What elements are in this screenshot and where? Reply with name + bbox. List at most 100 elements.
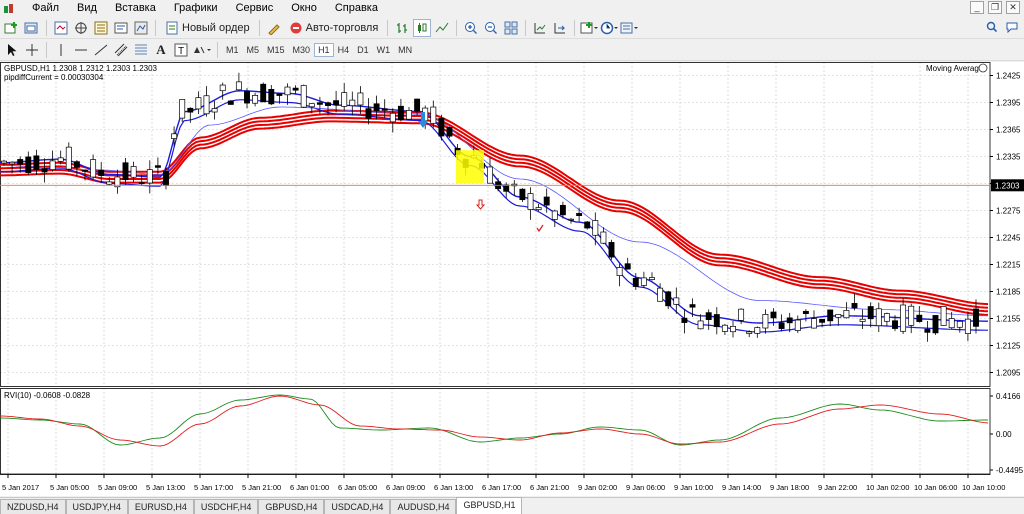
tile-windows-icon[interactable] (502, 19, 520, 37)
timeframe-m5[interactable]: M5 (243, 43, 264, 57)
menu-insert[interactable]: Вставка (106, 0, 165, 17)
time-axis-label: 5 Jan 2017 (2, 483, 39, 492)
menu-tools[interactable]: Сервис (227, 0, 283, 17)
candle (49, 160, 56, 170)
menu-view[interactable]: Вид (68, 0, 106, 17)
close-icon[interactable]: ✕ (1006, 1, 1020, 14)
timeframe-mn[interactable]: MN (394, 43, 416, 57)
candle (835, 314, 842, 318)
candle (308, 103, 315, 108)
autoscroll-icon[interactable] (551, 19, 569, 37)
tab-audusd-h4[interactable]: AUDUSD,H4 (390, 499, 457, 514)
candle (559, 204, 566, 216)
navigator-icon[interactable] (72, 19, 90, 37)
line-chart-icon[interactable] (433, 19, 451, 37)
tab-eurusd-h4[interactable]: EURUSD,H4 (127, 499, 194, 514)
autotrading-button[interactable]: Авто-торговля (285, 19, 383, 37)
timeframe-m30[interactable]: M30 (289, 43, 315, 57)
rvi-panel-border (0, 388, 991, 475)
tab-nzdusd-h4[interactable]: NZDUSD,H4 (0, 499, 66, 514)
text-icon[interactable]: A (152, 41, 170, 59)
rvi-axis-label: 0.4166 (996, 392, 1021, 401)
new-order-button[interactable]: Новый ордер (161, 19, 254, 37)
crosshair-icon[interactable] (23, 41, 41, 59)
time-axis-label: 6 Jan 13:00 (434, 483, 473, 492)
timeframe-m1[interactable]: M1 (222, 43, 243, 57)
zoom-in-icon[interactable] (462, 19, 480, 37)
candle (90, 159, 97, 178)
time-axis-label: 10 Jan 06:00 (914, 483, 957, 492)
search-icon[interactable] (986, 21, 1000, 34)
menu-file[interactable]: Файл (23, 0, 68, 17)
zoom-out-icon[interactable] (482, 19, 500, 37)
chart-window[interactable]: 1.24251.23951.23651.23351.23051.22751.22… (0, 62, 1024, 496)
candle (875, 308, 882, 327)
indicators-icon[interactable] (580, 19, 599, 37)
cursor-icon[interactable] (3, 41, 21, 59)
time-axis-label: 6 Jan 09:00 (386, 483, 425, 492)
timeframe-w1[interactable]: W1 (373, 43, 395, 57)
timeframe-h1[interactable]: H1 (314, 42, 334, 57)
candle (940, 306, 947, 326)
metaeditor-icon[interactable] (265, 19, 283, 37)
price-axis-label: 1.2365 (996, 126, 1021, 135)
candlestick-chart-icon[interactable] (413, 18, 432, 37)
app-icon[interactable] (3, 3, 15, 15)
candle (438, 118, 445, 137)
candle (883, 313, 890, 322)
price-axis-label: 1.2395 (996, 99, 1021, 108)
candle (276, 93, 283, 96)
profiles-icon[interactable] (23, 19, 41, 37)
toolbar-separator (217, 41, 218, 58)
timeframe-h4[interactable]: H4 (334, 43, 354, 57)
data-window-icon[interactable] (92, 19, 110, 37)
text-label-icon[interactable]: T (172, 41, 190, 59)
menu-window[interactable]: Окно (282, 0, 326, 17)
timeframe-d1[interactable]: D1 (353, 43, 373, 57)
candle (1, 160, 7, 164)
channel-icon[interactable] (112, 41, 130, 59)
tab-gbpusd-h4[interactable]: GBPUSD,H4 (258, 499, 325, 514)
candle (778, 322, 785, 329)
candle (397, 105, 404, 121)
tab-usdjpy-h4[interactable]: USDJPY,H4 (65, 499, 128, 514)
tab-usdcad-h4[interactable]: USDCAD,H4 (324, 499, 391, 514)
chart-shift-icon[interactable] (531, 19, 549, 37)
new-chart-icon[interactable] (3, 19, 21, 37)
blue-moving-average-line (0, 90, 988, 324)
toolbar-separator (574, 19, 576, 36)
ea-smile-icon (978, 63, 988, 73)
restore-icon[interactable]: ❐ (988, 1, 1002, 14)
rvi-main-line (0, 395, 989, 447)
menu-help[interactable]: Справка (326, 0, 387, 17)
terminal-icon[interactable] (112, 19, 130, 37)
toolbar-separator (46, 19, 47, 36)
candle (665, 291, 672, 307)
fibonacci-icon[interactable] (132, 41, 150, 59)
candle (414, 98, 421, 112)
menu-charts[interactable]: Графики (165, 0, 227, 17)
chart-canvas[interactable]: 1.24251.23951.23651.23351.23051.22751.22… (0, 62, 1024, 496)
periods-icon[interactable] (600, 19, 619, 37)
rvi-axis-label: 0.00 (996, 430, 1012, 439)
time-axis-label: 9 Jan 14:00 (722, 483, 761, 492)
candle (365, 108, 372, 119)
candle (827, 309, 834, 322)
chat-icon[interactable] (1006, 21, 1020, 34)
templates-icon[interactable] (620, 19, 639, 37)
bar-chart-icon[interactable] (393, 19, 411, 37)
candle (916, 314, 923, 322)
horizontal-line-icon[interactable] (72, 41, 90, 59)
market-watch-icon[interactable] (52, 19, 70, 37)
tab-usdchf-h4[interactable]: USDCHF,H4 (193, 499, 259, 514)
tab-gbpusd-h1[interactable]: GBPUSD,H1 (456, 497, 523, 514)
trendline-icon[interactable] (92, 41, 110, 59)
candle (867, 306, 874, 320)
vertical-line-icon[interactable] (52, 41, 70, 59)
time-axis-label: 9 Jan 18:00 (770, 483, 809, 492)
arrows-icon[interactable] (192, 41, 212, 59)
minimize-icon[interactable]: _ (970, 1, 984, 14)
menu-bar: Файл Вид Вставка Графики Сервис Окно Спр… (0, 0, 1024, 17)
strategy-tester-icon[interactable] (132, 19, 150, 37)
timeframe-m15[interactable]: M15 (263, 43, 289, 57)
